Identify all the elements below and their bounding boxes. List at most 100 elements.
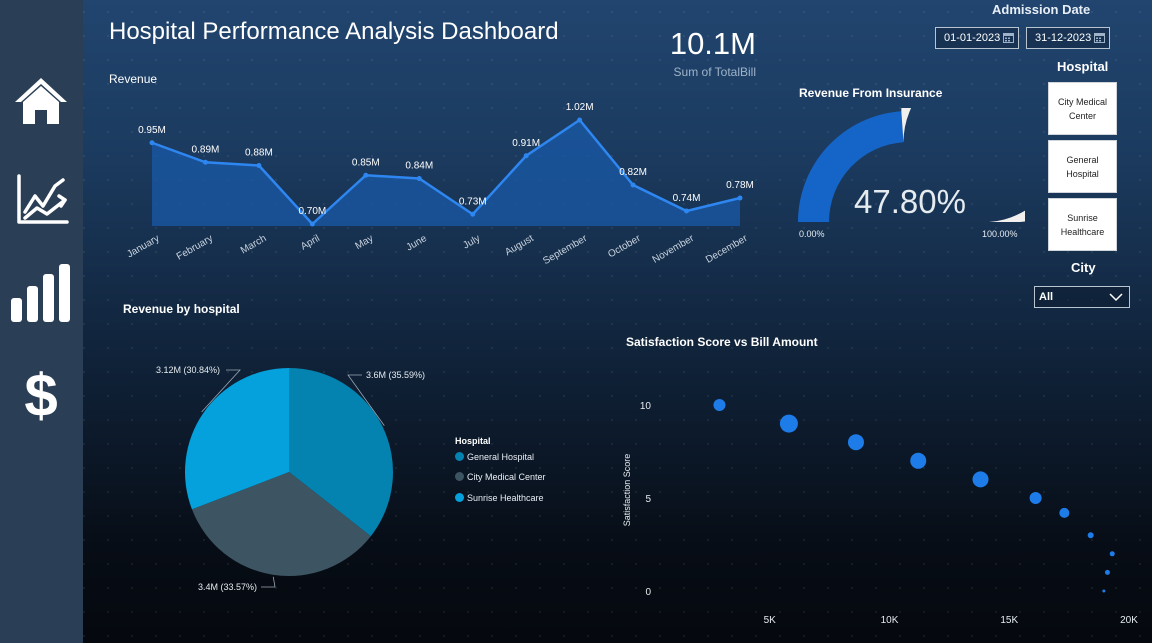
bar-chart-icon[interactable] bbox=[11, 262, 71, 322]
revenue-data-label: 0.74M bbox=[673, 193, 701, 204]
sidebar-nav: $ bbox=[0, 0, 83, 643]
legend-label: General Hospital bbox=[467, 452, 535, 462]
pie-chart-title: Revenue by hospital bbox=[123, 302, 240, 316]
gauge-max-label: 100.00% bbox=[982, 229, 1018, 239]
revenue-point bbox=[630, 182, 636, 188]
legend-label: Sunrise Healthcare bbox=[467, 493, 544, 503]
scatter-point bbox=[779, 414, 798, 433]
scatter-point bbox=[847, 434, 864, 451]
legend-item-general-hospital: General Hospital bbox=[455, 452, 534, 462]
revenue-data-label: 0.70M bbox=[298, 206, 326, 217]
city-dropdown[interactable]: All bbox=[1034, 286, 1130, 308]
revenue-point bbox=[309, 221, 315, 227]
revenue-month-label: June bbox=[404, 233, 429, 254]
gauge-min-label: 0.00% bbox=[799, 229, 825, 239]
revenue-month-label: November bbox=[651, 233, 697, 266]
revenue-point bbox=[363, 172, 369, 178]
revenue-chart-title: Revenue bbox=[109, 72, 158, 86]
pie-leader-line bbox=[261, 576, 276, 588]
revenue-area bbox=[152, 120, 740, 226]
home-icon[interactable] bbox=[11, 72, 71, 132]
revenue-point bbox=[416, 176, 422, 181]
start-date-input[interactable]: 01-01-2023 bbox=[935, 27, 1019, 49]
revenue-area-chart: 0.95M January 0.89M February 0.88M March 0.70M… bbox=[125, 102, 754, 267]
scatter-x-tick: 20K bbox=[1120, 615, 1138, 626]
legend-item-sunrise-healthcare: Sunrise Healthcare bbox=[455, 493, 544, 503]
revenue-month-label: February bbox=[175, 233, 215, 263]
scatter-x-tick: 5K bbox=[764, 615, 777, 626]
slicer-general-hospital[interactable]: General Hospital bbox=[1048, 140, 1117, 193]
scatter-point bbox=[1029, 492, 1042, 504]
legend-dot bbox=[455, 452, 464, 461]
revenue-data-label: 0.85M bbox=[352, 157, 380, 168]
revenue-point bbox=[737, 195, 743, 201]
hospital-filter-title: Hospital bbox=[1057, 59, 1109, 74]
dollar-icon[interactable]: $ bbox=[11, 364, 71, 424]
slicer-city-medical-center[interactable]: City Medical Center bbox=[1048, 82, 1117, 135]
pie-data-label: 3.4M (33.57%) bbox=[198, 582, 257, 592]
scatter-point bbox=[1059, 507, 1070, 518]
gauge-title: Revenue From Insurance bbox=[799, 86, 943, 100]
calendar-icon[interactable] bbox=[1003, 32, 1014, 43]
chevron-down-icon bbox=[1109, 293, 1123, 302]
revenue-data-label: 0.84M bbox=[405, 161, 433, 172]
revenue-month-label: May bbox=[353, 233, 375, 252]
admission-date-title: Admission Date bbox=[992, 2, 1091, 17]
revenue-data-label: 0.89M bbox=[192, 144, 220, 155]
kpi-total-bill-value: 10.1M bbox=[669, 26, 756, 61]
legend-dot bbox=[455, 493, 464, 502]
revenue-data-label: 1.02M bbox=[566, 102, 594, 113]
revenue-data-label: 0.73M bbox=[459, 196, 487, 207]
scatter-y-tick: 10 bbox=[640, 401, 652, 412]
legend-title: Hospital bbox=[455, 436, 491, 446]
city-filter-title: City bbox=[1071, 260, 1096, 275]
scatter-x-tick: 10K bbox=[881, 615, 899, 626]
revenue-data-label: 0.88M bbox=[245, 148, 273, 159]
scatter-point bbox=[1087, 532, 1094, 539]
satisfaction-scatter-chart: 10 5 0 5K 10K 15K 20K Satisfaction Score bbox=[622, 399, 1138, 626]
scatter-point bbox=[1104, 569, 1110, 575]
revenue-point bbox=[523, 153, 529, 159]
svg-text:$: $ bbox=[24, 364, 57, 424]
scatter-point bbox=[972, 471, 989, 488]
slicer-sunrise-healthcare[interactable]: Sunrise Healthcare bbox=[1048, 198, 1117, 251]
gauge-value: 47.80% bbox=[854, 183, 966, 220]
revenue-data-label: 0.95M bbox=[138, 125, 166, 136]
end-date-value: 31-12-2023 bbox=[1035, 32, 1092, 44]
legend-dot bbox=[455, 472, 464, 481]
city-dropdown-value: All bbox=[1039, 291, 1054, 303]
pie-data-label: 3.6M (35.59%) bbox=[366, 370, 425, 380]
scatter-y-tick: 5 bbox=[645, 494, 651, 505]
revenue-data-label: 0.82M bbox=[619, 167, 647, 178]
scatter-chart-title: Satisfaction Score vs Bill Amount bbox=[626, 335, 818, 349]
revenue-point bbox=[202, 159, 208, 165]
pie-data-label: 3.12M (30.84%) bbox=[156, 365, 220, 375]
revenue-month-label: April bbox=[299, 233, 322, 253]
revenue-month-label: March bbox=[239, 233, 269, 256]
revenue-data-label: 0.78M bbox=[726, 180, 754, 191]
line-chart-icon[interactable] bbox=[11, 170, 71, 230]
end-date-input[interactable]: 31-12-2023 bbox=[1026, 27, 1110, 49]
revenue-month-label: August bbox=[503, 233, 536, 258]
kpi-total-bill-label: Sum of TotalBill bbox=[673, 65, 756, 79]
scatter-x-tick: 15K bbox=[1000, 615, 1018, 626]
revenue-by-hospital-pie: 3.6M (35.59%) 3.4M (33.57%) 3.12M (30.84%) bbox=[156, 365, 425, 592]
revenue-month-label: September bbox=[541, 233, 589, 267]
start-date-value: 01-01-2023 bbox=[944, 32, 1001, 44]
scatter-y-tick: 0 bbox=[645, 587, 651, 598]
scatter-point bbox=[1102, 589, 1106, 593]
calendar-icon[interactable] bbox=[1094, 32, 1105, 43]
revenue-month-label: July bbox=[461, 233, 482, 251]
revenue-point bbox=[470, 211, 476, 217]
revenue-point bbox=[684, 208, 690, 214]
scatter-point bbox=[713, 399, 726, 411]
scatter-point bbox=[1109, 551, 1115, 557]
revenue-data-label: 0.91M bbox=[512, 138, 540, 149]
revenue-month-label: January bbox=[125, 233, 161, 260]
revenue-month-label: October bbox=[606, 233, 643, 261]
revenue-month-label: December bbox=[704, 233, 750, 266]
revenue-point bbox=[149, 140, 155, 146]
page-title: Hospital Performance Analysis Dashboard bbox=[109, 18, 559, 45]
revenue-point bbox=[256, 163, 262, 168]
scatter-point bbox=[910, 452, 927, 469]
